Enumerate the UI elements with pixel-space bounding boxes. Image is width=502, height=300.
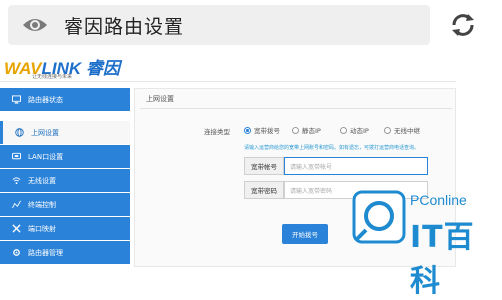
connect-button[interactable]: 开始拨号 [282, 224, 328, 244]
connection-type-label: 连接类型 [204, 128, 230, 136]
sidebar-item-internet-settings[interactable]: 上网设置 [0, 121, 130, 144]
watermark-pconline: PConline [410, 192, 467, 208]
monitor-icon [12, 95, 21, 104]
eye-icon [23, 19, 47, 31]
sidebar-item-router-status[interactable]: 路由器状态 [0, 88, 130, 111]
search-icon [352, 190, 406, 244]
lan-icon [12, 152, 21, 160]
tools-icon [12, 224, 21, 233]
sidebar-item-terminal-control[interactable]: 终端控制 [0, 193, 130, 216]
sidebar-item-lan-settings[interactable]: LAN口设置 [0, 145, 130, 168]
radio-dot [384, 126, 391, 134]
radio-pppoe[interactable]: 宽带拨号 [244, 125, 280, 135]
page-title: 睿因路由设置 [64, 16, 185, 38]
sidebar-item-router-management[interactable]: 路由器管理 [0, 241, 130, 264]
panel-title: 上网设置 [146, 95, 174, 103]
hint-text: 请输入运营商给您的宽带上网账号和密码。如有遗忘，可拨打运营商电话查询。 [244, 145, 420, 151]
wifi-icon [12, 177, 21, 185]
gear-icon [13, 249, 20, 256]
radio-dynamic-ip[interactable]: 动态IP [340, 125, 369, 135]
globe-icon [15, 128, 24, 137]
chart-icon [12, 200, 21, 209]
radio-static-ip[interactable]: 静态IP [292, 125, 321, 135]
password-label: 宽带密码 [244, 181, 284, 199]
account-input[interactable]: 请输入宽带帐号 [284, 157, 428, 175]
radio-dot [340, 126, 347, 134]
watermark-logo [352, 190, 406, 244]
radio-dot [292, 126, 299, 134]
sidebar-item-wireless-settings[interactable]: 无线设置 [0, 169, 130, 192]
radio-wireless-relay[interactable]: 无线中继 [384, 125, 420, 135]
sidebar-item-port-mapping[interactable]: 端口映射 [0, 217, 130, 240]
browser-address-bar: 睿因路由设置 [0, 0, 502, 50]
sidebar: 路由器状态 上网设置 LAN口设置 无线设置 终端控制 端口映射 路由器管理 [0, 88, 130, 267]
url-box[interactable]: 睿因路由设置 [8, 5, 430, 45]
logo-tagline: 让无线连接与未来 [32, 74, 73, 80]
account-label: 宽带帐号 [244, 157, 284, 175]
panel-divider [140, 108, 452, 109]
reload-icon[interactable] [446, 8, 480, 42]
watermark-itbaike: IT百科 [410, 220, 475, 299]
radio-dot [244, 126, 251, 134]
